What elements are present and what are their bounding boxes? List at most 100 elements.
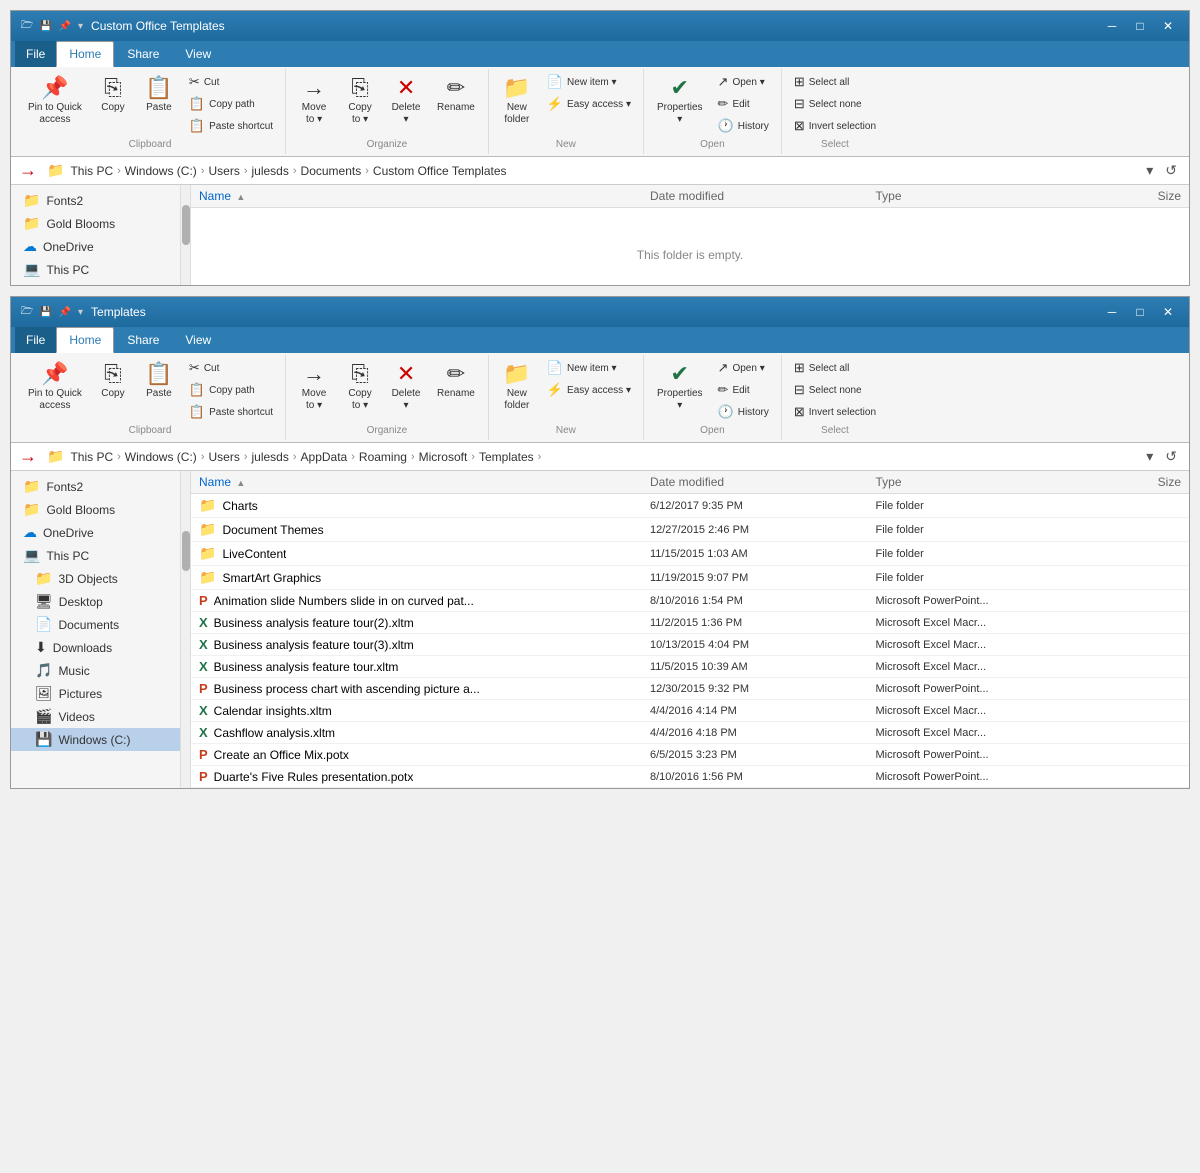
edit-button-1[interactable]: ✏ Edit [712, 93, 775, 115]
properties-button-2[interactable]: ✔ Properties▾ [650, 357, 710, 416]
copy-to-button-1[interactable]: ⎘ Copyto ▾ [338, 71, 382, 130]
file-row-0[interactable]: 📁 Charts 6/12/2017 9:35 PM File folder [191, 494, 1189, 518]
file-row-6[interactable]: X Business analysis feature tour(3).xltm… [191, 634, 1189, 656]
select-all-button-1[interactable]: ⊞ Select all [788, 71, 882, 93]
sidebar-item-thispc-2[interactable]: 💻 This PC [11, 544, 190, 567]
rename-button-2[interactable]: ✏ Rename [430, 357, 482, 404]
paste-button-2[interactable]: 📋 Paste [137, 357, 181, 404]
copy-button-1[interactable]: ⎘ Copy [91, 71, 135, 118]
tab-view-2[interactable]: View [172, 327, 224, 353]
path2-segment-3[interactable]: Users [208, 450, 239, 464]
col-date-1[interactable]: Date modified [650, 189, 876, 203]
file-row-12[interactable]: P Duarte's Five Rules presentation.potx … [191, 766, 1189, 788]
easy-access-button-2[interactable]: ⚡ Easy access ▾ [541, 379, 637, 401]
tab-file-2[interactable]: File [15, 327, 56, 353]
tab-home-2[interactable]: Home [56, 327, 114, 353]
sidebar-item-3dobjects[interactable]: 📁 3D Objects [11, 567, 190, 590]
new-folder-button-1[interactable]: 📁 Newfolder [495, 71, 539, 130]
minimize-button-1[interactable]: ─ [1099, 16, 1125, 36]
file-row-5[interactable]: X Business analysis feature tour(2).xltm… [191, 612, 1189, 634]
new-item-button-2[interactable]: 📄 New item ▾ [541, 357, 637, 379]
tab-share-1[interactable]: Share [114, 41, 172, 67]
minimize-button-2[interactable]: ─ [1099, 302, 1125, 322]
open-button-1[interactable]: ↗ Open ▾ [712, 71, 775, 93]
file-row-8[interactable]: P Business process chart with ascending … [191, 678, 1189, 700]
path2-segment-6[interactable]: Roaming [359, 450, 407, 464]
path2-segment-5[interactable]: AppData [301, 450, 348, 464]
path-segment-6[interactable]: Custom Office Templates [373, 164, 507, 178]
delete-button-2[interactable]: ✕ Delete▾ [384, 357, 428, 416]
path2-segment-7[interactable]: Microsoft [419, 450, 468, 464]
sidebar-scrollbar-2[interactable] [180, 471, 190, 788]
sidebar-item-fonts2-1[interactable]: 📁 Fonts2 [11, 189, 190, 212]
sidebar-item-music[interactable]: 🎵 Music [11, 659, 190, 682]
col-type-1[interactable]: Type [876, 189, 1102, 203]
path-segment-2[interactable]: Windows (C:) [125, 164, 197, 178]
file-row-4[interactable]: P Animation slide Numbers slide in on cu… [191, 590, 1189, 612]
sidebar-item-documents[interactable]: 📄 Documents [11, 613, 190, 636]
sidebar-item-videos[interactable]: 🎬 Videos [11, 705, 190, 728]
path-segment-5[interactable]: Documents [301, 164, 362, 178]
sidebar-item-fonts2-2[interactable]: 📁 Fonts2 [11, 475, 190, 498]
select-none-button-1[interactable]: ⊟ Select none [788, 93, 882, 115]
col-date-2[interactable]: Date modified [650, 475, 876, 489]
path2-segment-2[interactable]: Windows (C:) [125, 450, 197, 464]
address-refresh-button-1[interactable]: ↺ [1161, 160, 1181, 181]
paste-shortcut-button-2[interactable]: 📋 Paste shortcut [183, 401, 279, 423]
file-row-2[interactable]: 📁 LiveContent 11/15/2015 1:03 AM File fo… [191, 542, 1189, 566]
copy-path-button-2[interactable]: 📋 Copy path [183, 379, 279, 401]
sidebar-item-thispc-1[interactable]: 💻 This PC [11, 258, 190, 281]
invert-selection-button-2[interactable]: ⊠ Invert selection [788, 401, 882, 423]
path-segment-4[interactable]: julesds [252, 164, 289, 178]
close-button-2[interactable]: ✕ [1155, 302, 1181, 322]
edit-button-2[interactable]: ✏ Edit [712, 379, 775, 401]
copy-button-2[interactable]: ⎘ Copy [91, 357, 135, 404]
history-button-1[interactable]: 🕐 History [712, 115, 775, 137]
paste-shortcut-button-1[interactable]: 📋 Paste shortcut [183, 115, 279, 137]
sidebar-item-desktop[interactable]: 🖥 Desktop [11, 590, 190, 613]
restore-button-2[interactable]: □ [1127, 302, 1153, 322]
new-folder-button-2[interactable]: 📁 Newfolder [495, 357, 539, 416]
rename-button-1[interactable]: ✏ Rename [430, 71, 482, 118]
file-row-10[interactable]: X Cashflow analysis.xltm 4/4/2016 4:18 P… [191, 722, 1189, 744]
sidebar-item-windows-c[interactable]: 💾 Windows (C:) [11, 728, 190, 751]
cut-button-2[interactable]: ✂ Cut [183, 357, 279, 379]
file-row-7[interactable]: X Business analysis feature tour.xltm 11… [191, 656, 1189, 678]
easy-access-button-1[interactable]: ⚡ Easy access ▾ [541, 93, 637, 115]
select-none-button-2[interactable]: ⊟ Select none [788, 379, 882, 401]
tab-file-1[interactable]: File [15, 41, 56, 67]
address-dropdown-button-2[interactable]: ▾ [1142, 446, 1157, 467]
close-button-1[interactable]: ✕ [1155, 16, 1181, 36]
invert-selection-button-1[interactable]: ⊠ Invert selection [788, 115, 882, 137]
new-item-button-1[interactable]: 📄 New item ▾ [541, 71, 637, 93]
sidebar-item-goldblooms-2[interactable]: 📁 Gold Blooms [11, 498, 190, 521]
history-button-2[interactable]: 🕐 History [712, 401, 775, 423]
cut-button-1[interactable]: ✂ Cut [183, 71, 279, 93]
file-row-9[interactable]: X Calendar insights.xltm 4/4/2016 4:14 P… [191, 700, 1189, 722]
col-name-1[interactable]: Name ▲ [199, 189, 650, 203]
copy-to-button-2[interactable]: ⎘ Copyto ▾ [338, 357, 382, 416]
address-refresh-button-2[interactable]: ↺ [1161, 446, 1181, 467]
restore-button-1[interactable]: □ [1127, 16, 1153, 36]
file-row-3[interactable]: 📁 SmartArt Graphics 11/19/2015 9:07 PM F… [191, 566, 1189, 590]
col-size-1[interactable]: Size [1101, 189, 1181, 203]
col-size-2[interactable]: Size [1101, 475, 1181, 489]
open-button-2[interactable]: ↗ Open ▾ [712, 357, 775, 379]
sidebar-item-downloads[interactable]: ⬇ Downloads [11, 636, 190, 659]
delete-button-1[interactable]: ✕ Delete▾ [384, 71, 428, 130]
path2-segment-1[interactable]: This PC [70, 450, 113, 464]
sidebar-item-goldblooms-1[interactable]: 📁 Gold Blooms [11, 212, 190, 235]
paste-button-1[interactable]: 📋 Paste [137, 71, 181, 118]
col-type-2[interactable]: Type [876, 475, 1102, 489]
col-name-2[interactable]: Name ▲ [199, 475, 650, 489]
sidebar-scrollbar-1[interactable] [180, 185, 190, 285]
tab-home-1[interactable]: Home [56, 41, 114, 67]
sidebar-item-onedrive-1[interactable]: ☁ OneDrive [11, 235, 190, 258]
path-segment-3[interactable]: Users [208, 164, 239, 178]
select-all-button-2[interactable]: ⊞ Select all [788, 357, 882, 379]
sidebar-item-onedrive-2[interactable]: ☁ OneDrive [11, 521, 190, 544]
path2-segment-8[interactable]: Templates [479, 450, 534, 464]
move-to-button-2[interactable]: → Moveto ▾ [292, 357, 336, 416]
path-segment-1[interactable]: This PC [70, 164, 113, 178]
pin-to-quick-access-button-1[interactable]: 📌 Pin to Quickaccess [21, 71, 89, 130]
